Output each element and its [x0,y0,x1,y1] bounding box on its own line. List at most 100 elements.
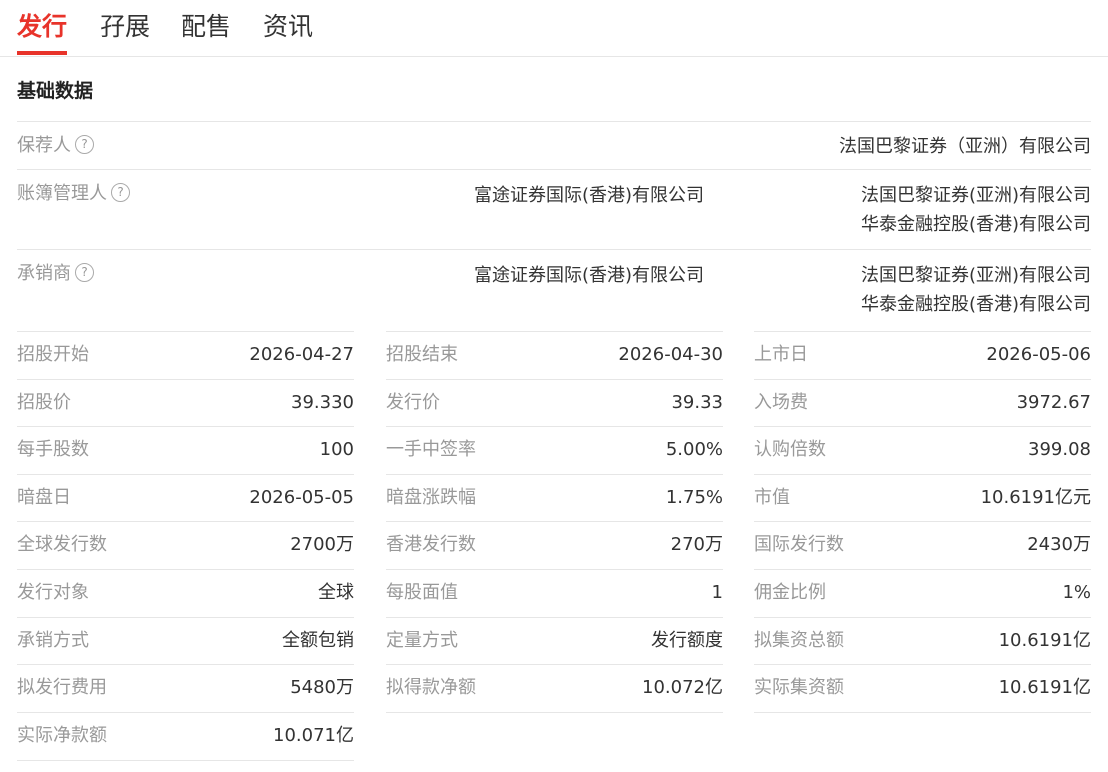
field-label: 承销方式 [17,630,89,651]
grid-cell: 拟发行费用 5480万 [17,664,354,711]
grid-cell: 全球发行数 2700万 [17,521,354,568]
grid-cell: 上市日 2026-05-06 [754,331,1091,378]
bookrunner-label: 账簿管理人 [17,183,107,204]
field-value: 1% [1062,582,1091,603]
grid-cell: 一手中签率 5.00% [386,426,723,473]
bookrunner-right-value: 法国巴黎证券(亚洲)有限公司 [860,185,1091,206]
sponsor-label: 保荐人 [17,135,71,156]
field-label: 暗盘日 [17,487,71,508]
field-label: 上市日 [754,344,808,365]
grid-cell: 发行价 39.33 [386,379,723,426]
help-icon[interactable]: ? [75,262,94,282]
field-value: 2026-05-05 [249,487,354,508]
field-value: 2026-05-06 [986,344,1091,365]
field-label: 定量方式 [386,630,458,651]
field-label: 招股结束 [386,344,458,365]
field-value: 发行额度 [651,630,723,651]
bookrunner-row: 账簿管理人? 富途证券国际(香港)有限公司 法国巴黎证券(亚洲)有限公司 华泰金… [17,169,1091,250]
grid-cell: 招股开始 2026-04-27 [17,331,354,378]
field-value: 39.330 [291,392,354,413]
help-icon[interactable]: ? [111,182,130,202]
field-value: 5480万 [290,677,354,698]
sponsor-row: 保荐人? 法国巴黎证券（亚洲）有限公司 [17,121,1091,170]
field-value: 3972.67 [1016,392,1091,413]
tab-allotment[interactable]: 配售 [181,10,231,44]
divider [17,760,354,761]
field-label: 入场费 [754,392,808,413]
field-label: 拟得款净额 [386,677,476,698]
field-label: 认购倍数 [754,439,826,460]
sponsor-value: 法国巴黎证券（亚洲）有限公司 [839,136,1091,157]
divider [754,712,1091,713]
field-label: 每股面值 [386,582,458,603]
help-icon[interactable]: ? [75,134,94,154]
underwriter-right-value: 法国巴黎证券(亚洲)有限公司 [860,265,1091,286]
grid-cell: 每股面值 1 [386,569,723,616]
grid-cell: 招股价 39.330 [17,379,354,426]
field-value: 10.072亿 [642,677,723,698]
tab-issue[interactable]: 发行 [17,10,67,44]
tab-news[interactable]: 资讯 [263,10,313,44]
divider [386,712,723,713]
grid-cell: 拟集资总额 10.6191亿 [754,617,1091,664]
field-label: 全球发行数 [17,534,107,555]
grid-cell: 佣金比例 1% [754,569,1091,616]
grid-cell: 香港发行数 270万 [386,521,723,568]
grid-cell: 暗盘涨跌幅 1.75% [386,474,723,521]
field-value: 270万 [670,534,723,555]
underwriter-row: 承销商? 富途证券国际(香港)有限公司 法国巴黎证券(亚洲)有限公司 华泰金融控… [17,249,1091,331]
tab-margin[interactable]: 孖展 [100,10,150,44]
field-label: 招股价 [17,392,71,413]
field-label: 拟发行费用 [17,677,107,698]
field-value: 全球 [318,582,354,603]
grid-cell: 认购倍数 399.08 [754,426,1091,473]
grid-cell: 定量方式 发行额度 [386,617,723,664]
field-value: 1.75% [665,487,723,508]
active-tab-indicator [17,51,67,55]
tab-bar: 发行 孖展 配售 资讯 [0,0,1108,57]
field-label: 发行对象 [17,582,89,603]
field-value: 10.6191亿 [998,630,1091,651]
field-value: 10.6191亿元 [980,487,1091,508]
underwriter-label: 承销商 [17,263,71,284]
grid-cell: 国际发行数 2430万 [754,521,1091,568]
field-label: 招股开始 [17,344,89,365]
field-label: 国际发行数 [754,534,844,555]
grid-cell: 拟得款净额 10.072亿 [386,664,723,711]
field-value: 1 [711,582,723,603]
field-label: 佣金比例 [754,582,826,603]
grid-cell: 每手股数 100 [17,426,354,473]
underwriter-mid-value: 富途证券国际(香港)有限公司 [473,265,704,286]
grid-cell: 市值 10.6191亿元 [754,474,1091,521]
field-label: 实际集资额 [754,677,844,698]
field-value: 全额包销 [282,630,354,651]
field-value: 2026-04-27 [249,344,354,365]
field-label: 每手股数 [17,439,89,460]
field-value: 399.08 [1028,439,1091,460]
field-value: 10.6191亿 [998,677,1091,698]
grid-cell: 发行对象 全球 [17,569,354,616]
grid-cell: 实际净款额 10.071亿 [17,712,354,759]
bookrunner-mid-value: 富途证券国际(香港)有限公司 [473,185,704,206]
bookrunner-right-value: 华泰金融控股(香港)有限公司 [860,214,1091,235]
field-value: 5.00% [665,439,723,460]
field-label: 暗盘涨跌幅 [386,487,476,508]
underwriter-right-value: 华泰金融控股(香港)有限公司 [860,294,1091,315]
field-label: 香港发行数 [386,534,476,555]
field-label: 一手中签率 [386,439,476,460]
field-value: 2700万 [290,534,354,555]
field-value: 100 [319,439,354,460]
grid-cell: 招股结束 2026-04-30 [386,331,723,378]
field-value: 2026-04-30 [618,344,723,365]
field-value: 10.071亿 [273,725,354,746]
field-label: 市值 [754,487,790,508]
field-value: 2430万 [1027,534,1091,555]
grid-cell: 实际集资额 10.6191亿 [754,664,1091,711]
field-value: 39.33 [671,392,723,413]
grid-cell: 暗盘日 2026-05-05 [17,474,354,521]
field-label: 发行价 [386,392,440,413]
grid-cell: 入场费 3972.67 [754,379,1091,426]
section-title: 基础数据 [17,80,94,102]
grid-cell: 承销方式 全额包销 [17,617,354,664]
field-label: 实际净款额 [17,725,107,746]
